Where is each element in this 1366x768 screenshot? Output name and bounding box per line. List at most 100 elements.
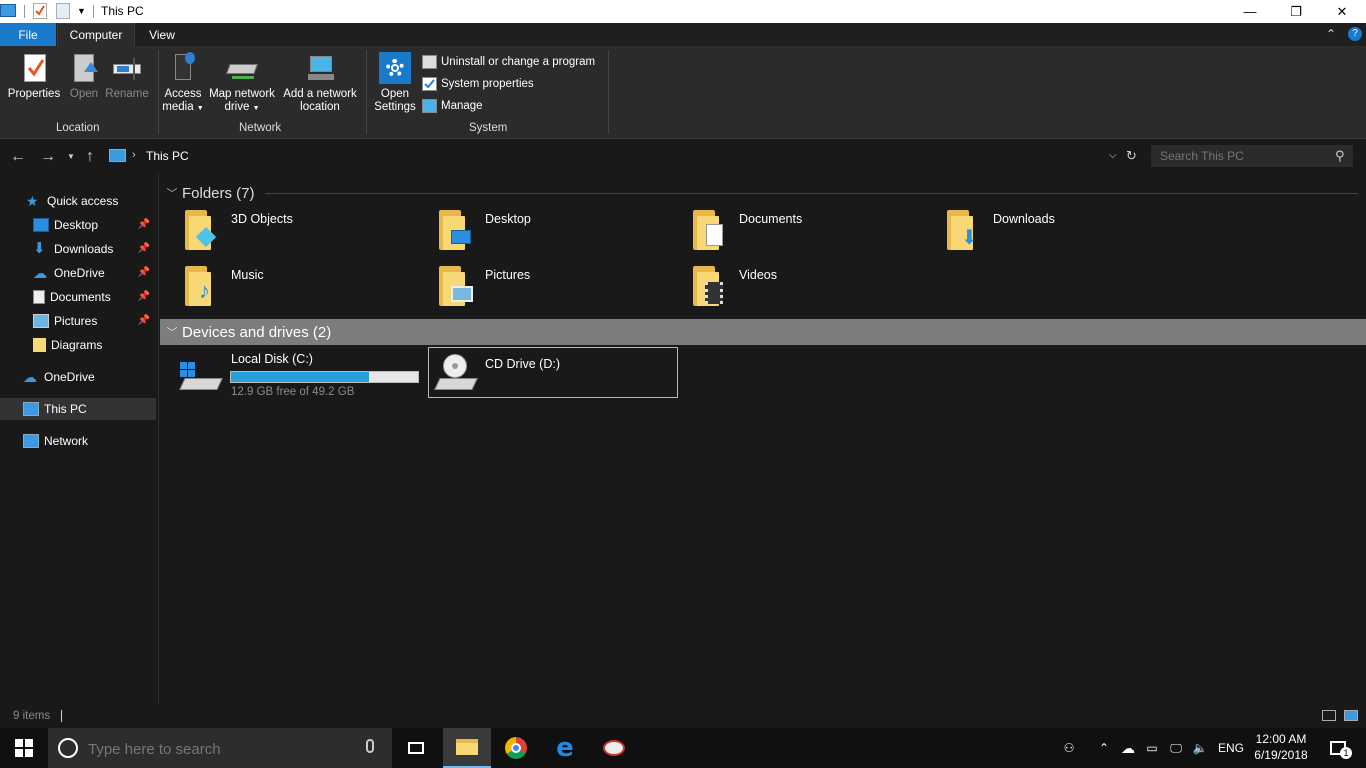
collapse-ribbon-icon[interactable]: ⌃ xyxy=(1326,27,1336,41)
nav-quick-access[interactable]: ★ Quick access xyxy=(0,190,156,212)
up-arrow-icon[interactable]: ↑ xyxy=(86,148,94,166)
edge-taskbar-button[interactable]: e xyxy=(541,728,589,768)
open-settings-button[interactable]: Open Settings xyxy=(372,52,418,114)
rename-button[interactable]: Rename xyxy=(104,52,150,101)
file-explorer-icon xyxy=(456,739,478,755)
add-network-location-button[interactable]: Add a network location xyxy=(280,52,360,114)
uninstall-program-button[interactable]: Uninstall or change a program xyxy=(422,53,595,71)
pin-icon[interactable]: 📌 xyxy=(138,315,150,326)
folder-name: Videos xyxy=(739,268,777,282)
taskbar-search-input[interactable] xyxy=(88,739,358,759)
properties-qat-icon[interactable] xyxy=(33,3,47,19)
address-bar[interactable]: › This PC ⌵ ↻ xyxy=(105,145,1142,167)
clock-time: 12:00 AM xyxy=(1255,732,1307,746)
show-hidden-icons-chevron-icon[interactable]: ⌃ xyxy=(1094,728,1114,768)
map-network-drive-button[interactable]: Map network drive ▼ xyxy=(206,52,278,115)
address-dropdown-icon[interactable]: ⌵ xyxy=(1109,150,1117,161)
folder-music[interactable]: ♪ Music xyxy=(160,262,410,314)
onedrive-tray-icon[interactable]: ☁ xyxy=(1118,728,1138,768)
nav-item-pictures[interactable]: Pictures 📌 xyxy=(0,310,156,332)
tab-file[interactable]: File xyxy=(0,23,56,46)
volume-icon[interactable]: 🔈 xyxy=(1190,728,1210,768)
folder-desktop[interactable]: Desktop xyxy=(414,206,664,258)
details-view-icon[interactable] xyxy=(1322,710,1336,721)
microphone-icon[interactable] xyxy=(366,739,374,753)
chevron-down-icon[interactable]: ﹀ xyxy=(162,185,182,201)
search-input[interactable] xyxy=(1160,148,1330,164)
pin-icon[interactable]: 📌 xyxy=(138,243,150,254)
folder-documents[interactable]: Documents xyxy=(668,206,918,258)
nav-item-documents[interactable]: Documents 📌 xyxy=(0,286,156,308)
cortana-icon[interactable] xyxy=(58,738,78,758)
edge-icon: e xyxy=(556,733,574,763)
chevron-down-icon[interactable]: ﹀ xyxy=(162,324,182,340)
system-properties-button[interactable]: System properties xyxy=(422,75,534,93)
large-icons-view-icon[interactable] xyxy=(1344,710,1358,721)
folder-pictures[interactable]: Pictures xyxy=(414,262,664,314)
open-settings-label-1: Open xyxy=(380,88,410,100)
drive-d[interactable]: CD Drive (D:) xyxy=(428,347,678,398)
customize-qat-dropdown[interactable]: ▼ xyxy=(77,6,86,16)
folders-group-header[interactable]: ﹀ Folders (7) xyxy=(160,180,1366,206)
people-icon[interactable]: ⚇ xyxy=(1058,728,1080,768)
help-icon[interactable]: ? xyxy=(1348,27,1362,41)
minimize-icon: — xyxy=(1243,4,1257,19)
desktop-icon xyxy=(33,218,49,232)
battery-icon[interactable]: ▭ xyxy=(1142,728,1162,768)
chrome-taskbar-button[interactable] xyxy=(492,728,540,768)
action-center-button[interactable]: 1 xyxy=(1318,728,1358,768)
nav-item-onedrive-quick[interactable]: ☁ OneDrive 📌 xyxy=(0,262,156,284)
drive-c-usage-bar xyxy=(230,371,419,383)
forward-arrow-icon[interactable]: → xyxy=(40,148,56,166)
minimize-button[interactable]: — xyxy=(1227,0,1273,23)
taskbar-search-box[interactable] xyxy=(48,728,392,768)
pin-icon[interactable]: 📌 xyxy=(138,219,150,230)
paint-taskbar-button[interactable] xyxy=(590,728,638,768)
cd-drive-icon xyxy=(434,354,478,394)
close-button[interactable]: ✕ xyxy=(1319,0,1365,23)
folder-videos[interactable]: Videos xyxy=(668,262,918,314)
search-icon[interactable]: ⚲ xyxy=(1335,148,1345,164)
search-box[interactable]: ⚲ xyxy=(1151,145,1353,167)
nav-this-pc[interactable]: This PC xyxy=(0,398,156,420)
picture-icon xyxy=(33,314,49,328)
file-explorer-taskbar-button[interactable] xyxy=(443,728,491,768)
language-indicator[interactable]: ENG xyxy=(1214,728,1248,768)
new-folder-qat-icon[interactable] xyxy=(56,3,70,19)
pin-icon[interactable]: 📌 xyxy=(138,267,150,278)
breadcrumb-chevron-icon[interactable]: › xyxy=(132,149,136,161)
computer-icon[interactable] xyxy=(0,4,16,17)
open-settings-label-2: Settings xyxy=(374,101,416,113)
nav-item-diagrams[interactable]: Diagrams xyxy=(0,334,156,356)
group-label-system: System xyxy=(469,122,508,134)
properties-button[interactable]: Properties xyxy=(6,52,62,101)
folder-name: Pictures xyxy=(485,268,531,282)
drive-c-name: Local Disk (C:) xyxy=(231,352,313,366)
back-arrow-icon[interactable]: ← xyxy=(10,148,26,166)
open-button[interactable]: Open xyxy=(66,52,102,101)
folder-3d-objects[interactable]: 3D Objects xyxy=(160,206,410,258)
nav-onedrive[interactable]: ☁ OneDrive xyxy=(0,366,156,388)
refresh-icon[interactable]: ↻ xyxy=(1126,148,1137,164)
manage-button[interactable]: Manage xyxy=(422,97,483,115)
tab-view[interactable]: View xyxy=(135,23,189,46)
recent-locations-chevron-icon[interactable]: ▼ xyxy=(67,152,75,161)
paint-icon xyxy=(603,740,625,756)
nav-quick-access-label: Quick access xyxy=(47,194,119,208)
clock[interactable]: 12:00 AM 6/19/2018 xyxy=(1252,731,1310,765)
drive-c[interactable]: Local Disk (C:) 12.9 GB free of 49.2 GB xyxy=(178,352,428,404)
nav-network[interactable]: Network xyxy=(0,430,156,452)
nav-item-desktop[interactable]: Desktop 📌 xyxy=(0,214,156,236)
maximize-button[interactable]: ❐ xyxy=(1273,0,1319,23)
pin-icon[interactable]: 📌 xyxy=(138,291,150,302)
tab-computer[interactable]: Computer xyxy=(57,23,135,46)
network-location-icon xyxy=(304,52,336,86)
network-tray-icon[interactable]: 🖵 xyxy=(1166,728,1186,768)
folder-downloads[interactable]: ⬇ Downloads xyxy=(922,206,1172,258)
access-media-button[interactable]: Access media ▼ xyxy=(160,52,206,115)
nav-item-downloads[interactable]: ⬇ Downloads 📌 xyxy=(0,238,156,260)
start-button[interactable] xyxy=(0,728,48,768)
drives-group-header[interactable]: ﹀ Devices and drives (2) xyxy=(160,319,1366,345)
task-view-button[interactable] xyxy=(392,728,440,768)
breadcrumb-this-pc[interactable]: This PC xyxy=(146,149,189,163)
